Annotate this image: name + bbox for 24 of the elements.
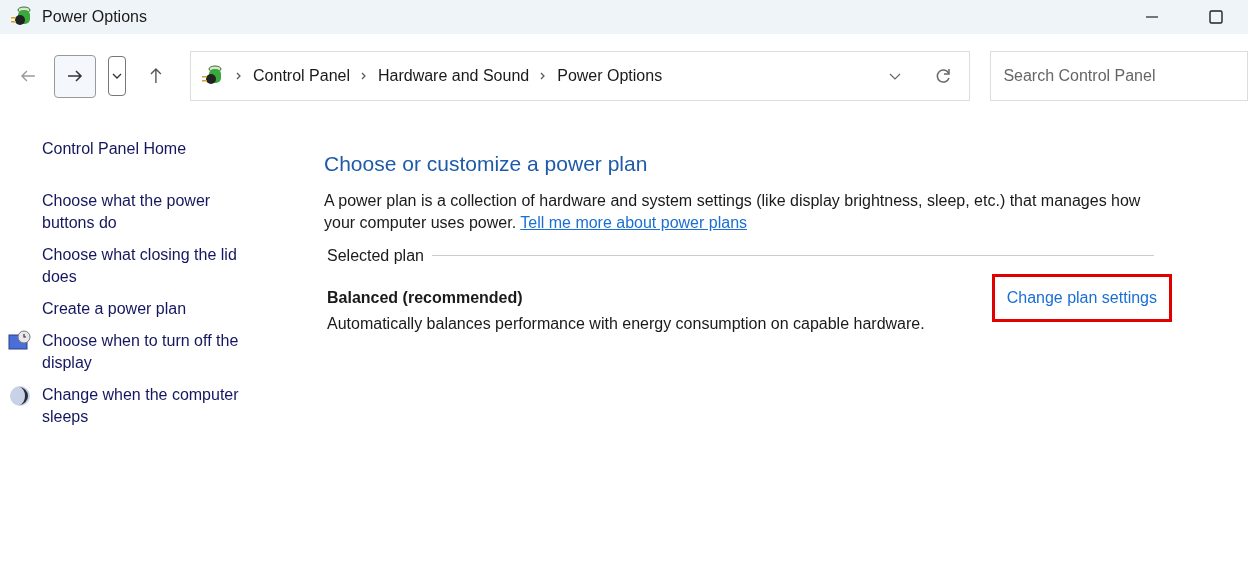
breadcrumb-item[interactable]: Hardware and Sound bbox=[378, 64, 530, 88]
sidebar-link[interactable]: Control Panel Home bbox=[42, 138, 267, 160]
sidebar-link[interactable]: Create a power plan bbox=[42, 298, 267, 320]
window-title: Power Options bbox=[42, 7, 147, 27]
more-info-link[interactable]: Tell me more about power plans bbox=[520, 213, 748, 231]
sidebar-link[interactable]: Change when the computer sleeps bbox=[42, 384, 267, 428]
maximize-icon[interactable] bbox=[1208, 9, 1224, 25]
breadcrumb-item[interactable]: Control Panel bbox=[253, 64, 350, 88]
breadcrumb-separator-icon bbox=[360, 72, 368, 80]
plan-description: A power plan is a collection of hardware and system settings (like display brightness, sleep, etc.) that manages how your computer uses power. Tell me more about power plans bbox=[324, 190, 1142, 233]
change-plan-settings-link[interactable]: Change plan settings bbox=[991, 273, 1172, 322]
search-field[interactable]: Search Control Panel bbox=[990, 51, 1248, 101]
section-label: Selected plan bbox=[327, 245, 424, 266]
page-heading: Choose or customize a power plan bbox=[324, 151, 649, 177]
recent-locations-button[interactable] bbox=[108, 56, 127, 96]
address-bar[interactable]: Control Panel Hardware and Sound Power Options bbox=[190, 51, 971, 101]
forward-button[interactable] bbox=[53, 54, 97, 98]
plan-detail: Automatically balances performance with energy consumption on capable hardware. bbox=[326, 313, 926, 334]
moon-icon bbox=[8, 384, 32, 408]
sidebar-link[interactable]: Choose what the power buttons do bbox=[42, 190, 267, 234]
plan-name: Balanced (recommended) bbox=[327, 287, 523, 308]
sidebar-link[interactable]: Choose what closing the lid does bbox=[42, 244, 267, 288]
breadcrumb-item[interactable]: Power Options bbox=[557, 64, 663, 88]
sidebar-link[interactable]: Choose when to turn off the display bbox=[42, 330, 267, 374]
